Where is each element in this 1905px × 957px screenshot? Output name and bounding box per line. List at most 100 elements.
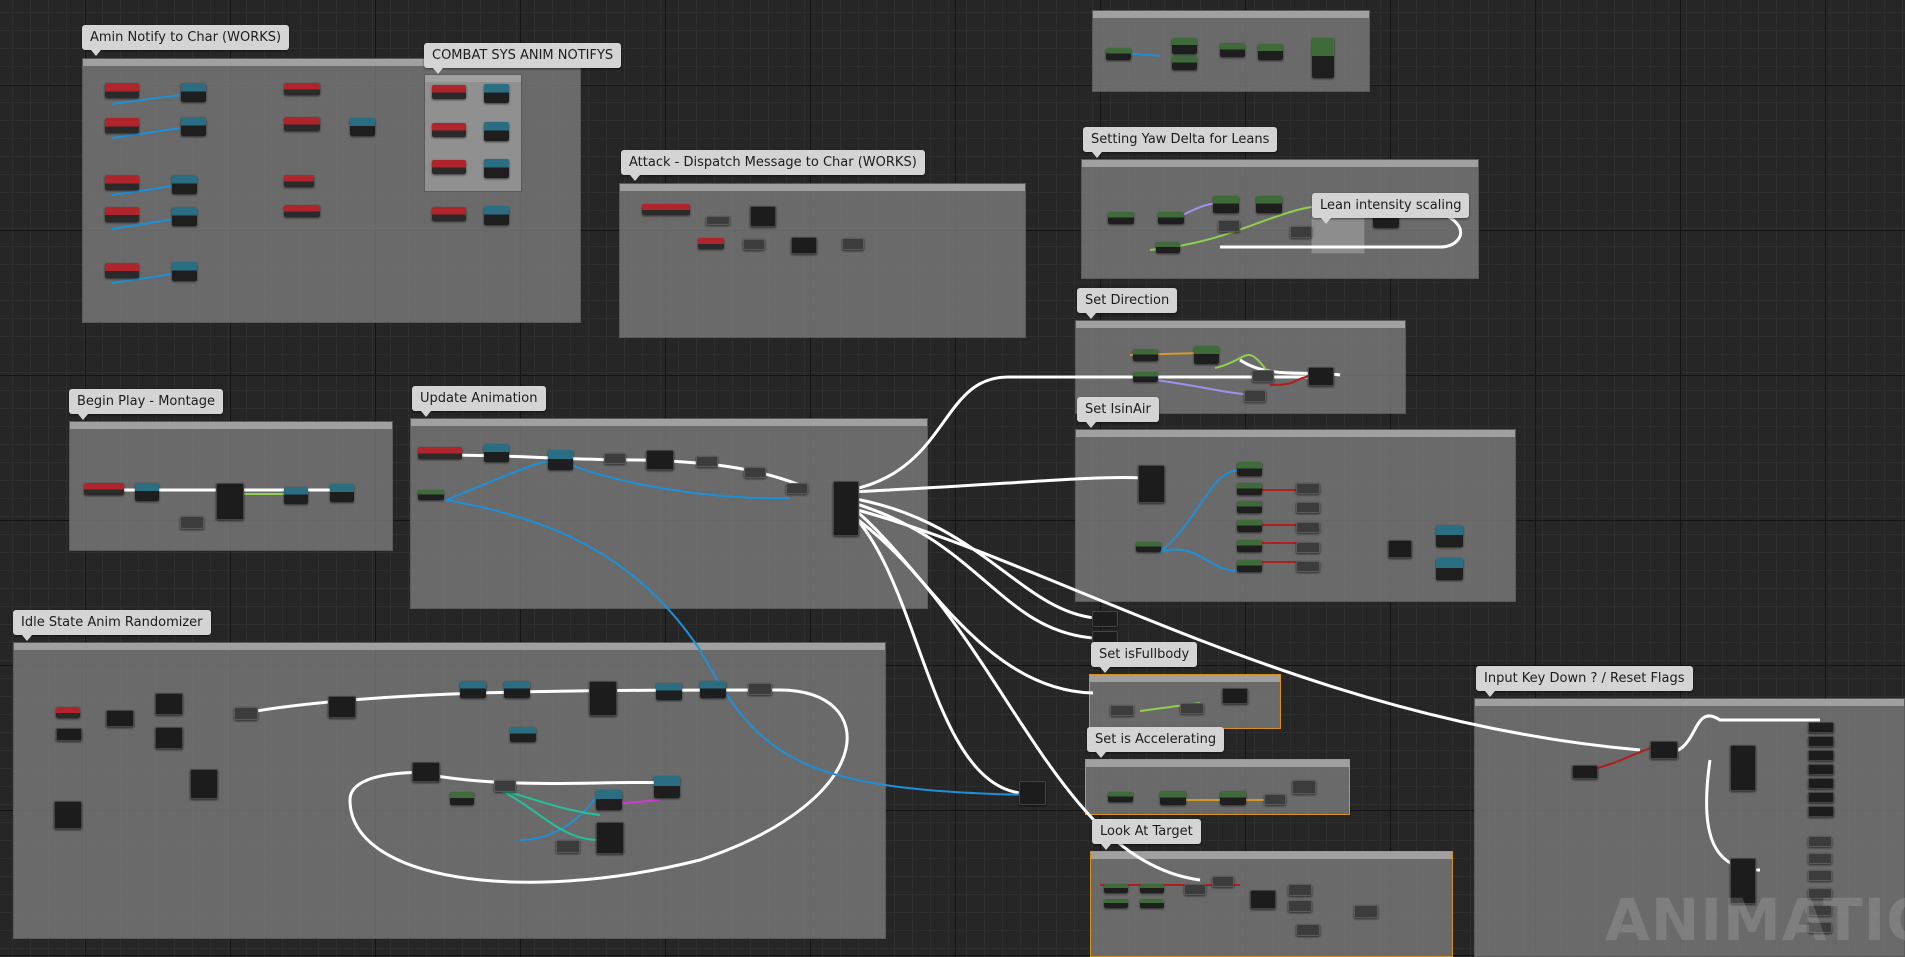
function-node[interactable] [646,450,674,470]
function-node[interactable] [791,237,817,254]
getter-node[interactable] [1292,780,1316,794]
cast-node[interactable] [216,483,244,520]
function-node[interactable] [328,696,356,718]
function-node[interactable] [548,450,573,470]
getter-node[interactable] [1296,483,1320,494]
function-node[interactable] [1436,558,1463,580]
getter-node[interactable] [1290,226,1312,238]
event-node[interactable] [284,205,320,217]
function-node[interactable] [656,683,682,700]
getter-node[interactable] [1288,900,1312,912]
variable-node[interactable] [1213,196,1239,213]
variable-node[interactable] [1104,884,1128,893]
variable-node[interactable] [1133,372,1158,382]
variable-node[interactable] [1136,542,1161,552]
variable-node[interactable] [1237,501,1262,513]
variable-node[interactable] [1237,560,1262,572]
function-node[interactable] [484,159,509,178]
function-node[interactable] [596,790,622,810]
function-node[interactable] [1019,781,1046,805]
event-node[interactable] [105,207,139,222]
getter-node[interactable] [1296,542,1320,553]
event-node[interactable] [642,204,690,215]
sequence-node[interactable] [1730,745,1756,791]
getter-node[interactable] [1244,390,1266,402]
sequence-node[interactable] [833,481,859,536]
getter-node[interactable] [1252,370,1274,382]
variable-node[interactable] [418,490,444,500]
variable-node[interactable] [1312,38,1334,78]
getter-node[interactable] [1296,924,1320,936]
function-node[interactable] [172,207,197,226]
function-node[interactable] [350,118,375,136]
getter-node[interactable] [556,840,580,853]
comment-title-idle[interactable]: Idle State Anim Randomizer [13,610,211,641]
comment-title-accelerating[interactable]: Set is Accelerating [1087,727,1225,758]
getter-node[interactable] [748,683,772,695]
function-node[interactable] [1138,465,1165,503]
setter-node[interactable] [1808,806,1834,817]
getter-node[interactable] [1296,502,1320,513]
function-node[interactable] [484,122,509,141]
getter-node[interactable] [604,453,626,464]
variable-node[interactable] [1140,884,1164,893]
variable-node[interactable] [1220,791,1246,805]
getter-node[interactable] [1184,884,1206,895]
getter-node[interactable] [234,707,258,720]
comment-title-yaw[interactable]: Setting Yaw Delta for Leans [1083,127,1278,158]
setter-node[interactable] [1808,750,1834,761]
getter-node[interactable] [743,239,765,250]
getter-node[interactable] [706,216,730,225]
function-node[interactable] [510,727,536,742]
setter-node[interactable] [1222,688,1248,704]
setter-node[interactable] [1808,722,1834,733]
variable-node[interactable] [1160,791,1186,805]
function-node[interactable] [56,728,82,741]
getter-node[interactable] [1808,836,1832,847]
variable-node[interactable] [1104,899,1128,908]
cast-node[interactable] [750,206,776,227]
function-node[interactable] [181,117,206,136]
function-node[interactable] [484,206,509,225]
function-node[interactable] [284,487,308,504]
variable-node[interactable] [1140,899,1164,908]
getter-node[interactable] [786,483,808,494]
function-node[interactable] [155,727,183,749]
function-node[interactable] [106,710,134,727]
comment-title-isinair[interactable]: Set IsinAir [1077,397,1159,428]
event-node[interactable] [284,83,320,95]
comment-title-inputkey[interactable]: Input Key Down ? / Reset Flags [1476,666,1693,697]
variable-node[interactable] [1237,520,1262,532]
function-node[interactable] [330,484,354,502]
comment-title-fullbody[interactable]: Set isFullbody [1091,642,1198,673]
variable-node[interactable] [1256,196,1282,213]
variable-node[interactable] [1106,48,1131,60]
cast-node[interactable] [589,681,617,716]
comment-title-update[interactable]: Update Animation [412,386,546,417]
getter-node[interactable] [1296,522,1320,533]
event-node[interactable] [105,118,139,133]
variable-node[interactable] [1220,43,1245,57]
function-node[interactable] [1250,890,1276,909]
function-node[interactable] [135,483,159,501]
event-node[interactable] [56,707,80,718]
function-node[interactable] [172,262,197,281]
setter-node[interactable] [1808,792,1834,803]
getter-node[interactable] [494,780,516,792]
event-node[interactable] [698,238,724,249]
variable-node[interactable] [1194,346,1219,364]
function-node[interactable] [181,83,206,102]
function-node[interactable] [700,681,726,698]
variable-node[interactable] [1258,44,1283,60]
branch-node[interactable] [1650,741,1678,759]
event-node[interactable] [432,85,466,99]
function-node[interactable] [1572,765,1598,779]
function-node[interactable] [504,681,530,698]
variable-node[interactable] [1237,540,1262,552]
setter-node[interactable] [1808,778,1834,789]
function-node[interactable] [172,175,197,194]
function-node[interactable] [654,776,680,798]
variable-node[interactable] [1237,462,1262,476]
getter-node[interactable] [1180,703,1204,714]
function-node[interactable] [1436,525,1463,547]
